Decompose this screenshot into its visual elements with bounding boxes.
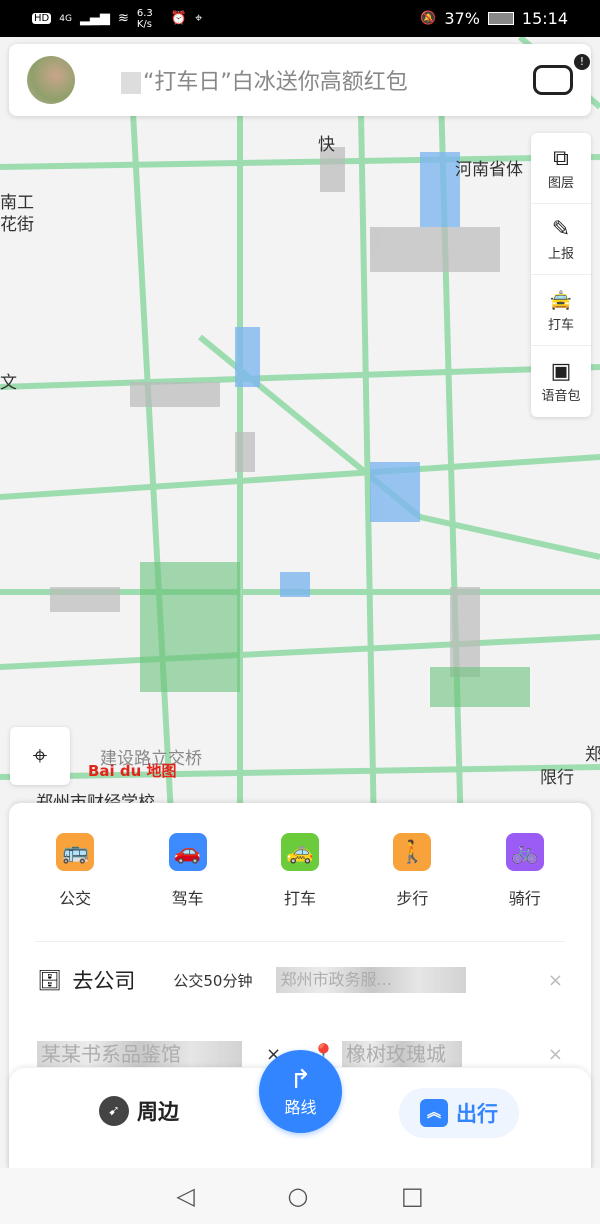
nearby-label: 周边	[137, 1100, 179, 1124]
map-label: 文	[0, 373, 17, 393]
tool-layers[interactable]: ⧉ 图层	[531, 133, 591, 204]
signal-icon: ▂▄▆	[79, 11, 110, 26]
location-icon: ⌖	[195, 11, 203, 26]
voice-pack-icon: ▣	[550, 359, 572, 384]
compass-icon: ➹	[99, 1096, 129, 1126]
alert-badge: !	[574, 54, 590, 70]
chevrons-up-icon: ︽	[420, 1099, 448, 1127]
commute-title: 去公司	[72, 969, 136, 993]
layers-icon: ⧉	[553, 145, 569, 171]
locate-button[interactable]: ⌖	[10, 727, 70, 785]
blurred-text	[121, 72, 141, 94]
route-label: 路线	[284, 1097, 317, 1117]
mode-label: 公交	[59, 889, 92, 908]
report-icon: ✎	[551, 216, 571, 242]
recent-from[interactable]: 某某书系品鉴馆	[37, 1041, 242, 1067]
wifi-icon: ≋	[117, 11, 129, 26]
divider	[35, 941, 565, 942]
travel-label: 出行	[456, 1102, 498, 1126]
network-icon: 4G	[59, 13, 72, 24]
bus-icon: 🚌	[56, 833, 95, 871]
mode-walk[interactable]: 🚶 步行	[367, 833, 457, 909]
mode-cycle[interactable]: 🚲 骑行	[480, 833, 570, 909]
mute-icon: 🔕	[420, 11, 437, 26]
route-button[interactable]: ↱ 路线	[259, 1050, 342, 1133]
search-bar[interactable]: “打车日”白冰送你高额红包 !	[9, 44, 591, 116]
taxi-icon: 🚕	[280, 833, 319, 871]
alarm-icon: ⏰	[170, 11, 188, 26]
tool-report[interactable]: ✎ 上报	[531, 204, 591, 275]
hd-icon: HD	[32, 13, 52, 24]
mode-label: 步行	[396, 889, 429, 908]
mode-label: 打车	[283, 889, 316, 908]
map-label: 快	[318, 135, 335, 155]
tool-label: 打车	[547, 317, 574, 333]
commute-row[interactable]: 🗄 去公司 公交50分钟 郑州市政务服... ×	[9, 965, 591, 995]
back-button[interactable]: ◁	[176, 1182, 194, 1210]
walk-icon: 🚶	[393, 833, 432, 871]
tool-label: 语音包	[541, 389, 581, 404]
close-icon[interactable]: ×	[548, 970, 563, 991]
briefcase-icon: 🗄	[37, 968, 63, 992]
net-speed: 6.3 K/s	[136, 7, 153, 30]
map-label: 河南省体	[455, 160, 523, 180]
mode-label: 骑行	[508, 889, 541, 908]
map-tools: ⧉ 图层 ✎ 上报 🚖 打车 ▣ 语音包	[531, 133, 591, 417]
crosshair-icon: ⌖	[32, 740, 48, 771]
baidu-map-logo: Bai du 地图	[88, 762, 177, 780]
battery-percent: 37%	[444, 9, 480, 28]
clock: 15:14	[521, 9, 568, 28]
commute-eta: 公交50分钟	[173, 971, 253, 990]
nearby-button[interactable]: ➹ 周边	[99, 1096, 179, 1126]
mode-label: 驾车	[171, 889, 204, 908]
assistant-icon[interactable]: !	[533, 54, 590, 95]
tool-label: 图层	[547, 175, 574, 191]
search-placeholder: “打车日”白冰送你高额红包	[143, 70, 408, 95]
battery-icon	[487, 12, 514, 25]
map-label: 限行	[540, 768, 574, 788]
tool-taxi[interactable]: 🚖 打车	[531, 275, 591, 346]
home-button[interactable]: ○	[287, 1182, 308, 1210]
mode-taxi[interactable]: 🚕 打车	[255, 833, 345, 909]
mode-drive[interactable]: 🚗 驾车	[143, 833, 233, 909]
map-label: 郑	[585, 745, 600, 765]
avatar[interactable]	[27, 56, 75, 104]
tool-label: 上报	[547, 246, 574, 262]
map-label: 花街	[0, 215, 34, 235]
status-bar: HD 4G ▂▄▆ ≋ 6.3 K/s ⏰ ⌖ 🔕 37% 15:14	[0, 0, 600, 37]
bike-icon: 🚲	[505, 833, 544, 871]
system-nav-bar: ◁ ○ □	[0, 1168, 600, 1224]
travel-button[interactable]: ︽ 出行	[399, 1088, 519, 1138]
turn-arrow-icon: ↱	[289, 1064, 312, 1095]
recent-to[interactable]: 橡树玫瑰城	[342, 1041, 462, 1067]
close-icon[interactable]: ×	[548, 1044, 563, 1065]
recents-button[interactable]: □	[401, 1182, 424, 1210]
taxi-icon: 🚖	[549, 289, 573, 311]
car-icon: 🚗	[168, 833, 207, 871]
mode-bus[interactable]: 🚌 公交	[30, 833, 120, 909]
tool-voice-pack[interactable]: ▣ 语音包	[531, 346, 591, 417]
commute-destination: 郑州市政务服...	[276, 967, 467, 993]
